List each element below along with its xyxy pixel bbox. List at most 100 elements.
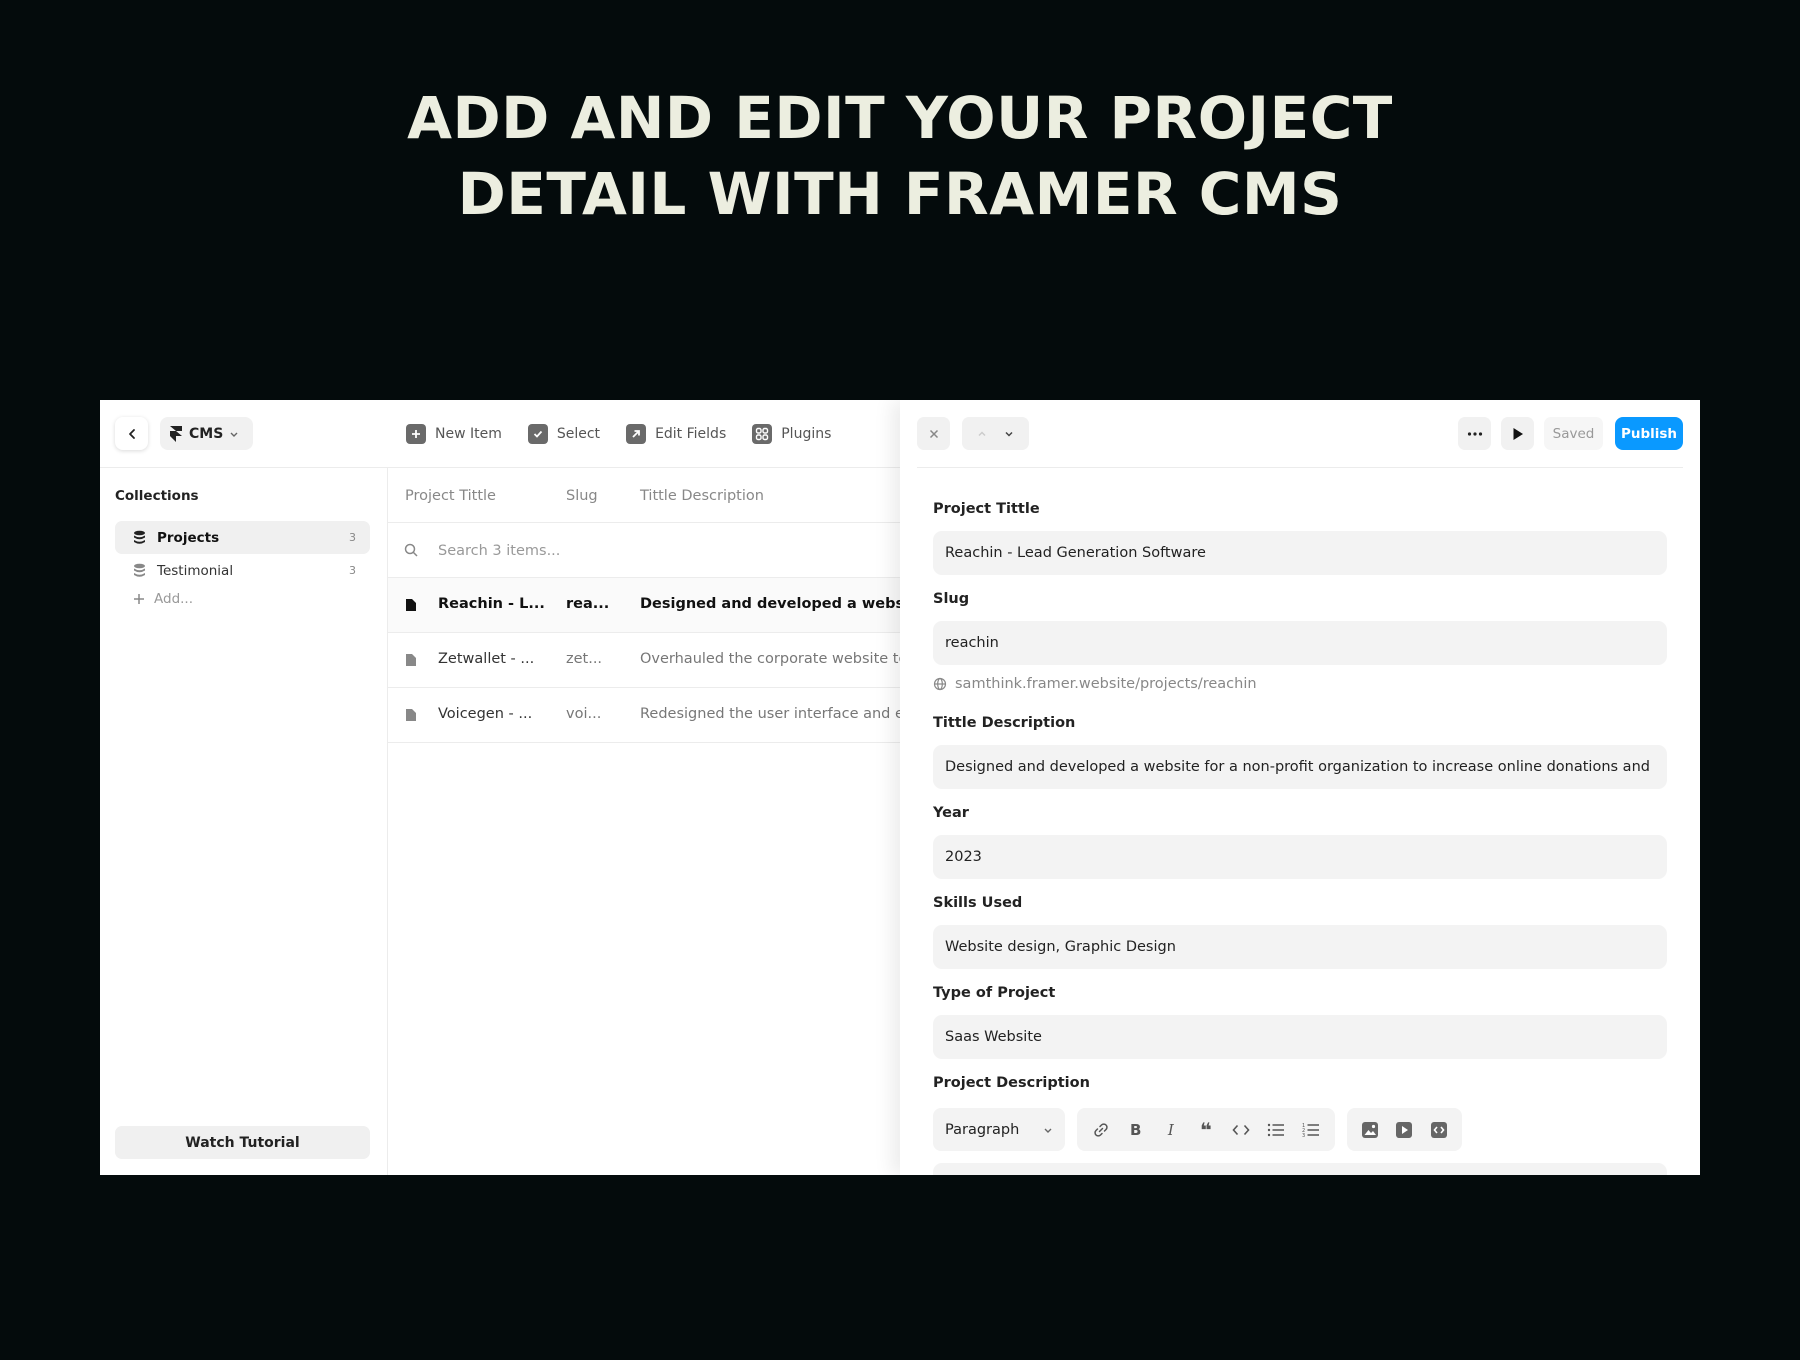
saved-status: Saved (1544, 417, 1603, 450)
search-icon (404, 543, 418, 557)
sidebar-item-count: 3 (349, 564, 356, 577)
select-label: Select (556, 426, 601, 442)
numbered-list-icon[interactable]: 123 (1301, 1120, 1321, 1140)
column-header-description[interactable]: Tittle Description (640, 488, 764, 504)
document-icon (406, 654, 416, 666)
year-input[interactable] (933, 835, 1667, 879)
table-row[interactable]: Zetwallet - ... zet... Overhauled the co… (388, 633, 900, 688)
link-icon[interactable] (1091, 1120, 1111, 1140)
table-row[interactable]: Voicegen - ... voi... Redesigned the use… (388, 688, 900, 743)
row-description: Designed and developed a website for (640, 596, 900, 612)
plugins-button[interactable]: Plugins (752, 422, 831, 446)
video-icon[interactable] (1394, 1120, 1414, 1140)
code-icon[interactable] (1231, 1120, 1251, 1140)
quote-icon[interactable]: ❝ (1196, 1118, 1216, 1142)
back-button[interactable] (115, 417, 148, 450)
field-label-title: Project Tittle (933, 501, 1040, 517)
field-label-description: Tittle Description (933, 715, 1076, 731)
chevron-down-icon[interactable] (1003, 428, 1015, 440)
slug-url[interactable]: samthink.framer.website/projects/reachin (933, 676, 1257, 692)
row-slug: voi... (566, 706, 602, 722)
italic-icon[interactable]: I (1161, 1120, 1181, 1140)
column-header-title[interactable]: Project Tittle (405, 488, 496, 504)
field-label-year: Year (933, 805, 969, 821)
detail-topbar: Saved Publish (917, 400, 1683, 468)
plugins-icon (752, 424, 773, 444)
field-label-project-description: Project Description (933, 1075, 1090, 1091)
project-title-input[interactable] (933, 531, 1667, 575)
sidebar-item-testimonial[interactable]: Testimonial 3 (115, 554, 370, 587)
globe-icon (933, 677, 947, 691)
cms-toolbar: New Item Select Edit Fields Plugins (406, 422, 831, 446)
cms-dropdown[interactable]: CMS (160, 417, 253, 450)
hero-heading: ADD AND EDIT YOUR PROJECT DETAIL WITH FR… (0, 80, 1800, 232)
new-item-button[interactable]: New Item (406, 422, 502, 446)
plus-icon (406, 424, 426, 444)
table-row[interactable]: Reachin - L... rea... Designed and devel… (388, 578, 900, 633)
slug-input[interactable] (933, 621, 1667, 665)
ellipsis-icon (1467, 431, 1482, 436)
play-icon (1513, 427, 1523, 440)
plus-icon (134, 594, 144, 604)
field-label-type: Type of Project (933, 985, 1056, 1001)
items-table: Project Tittle Slug Tittle Description R… (388, 468, 900, 1175)
title-description-input[interactable] (933, 745, 1667, 789)
hero-line-1: ADD AND EDIT YOUR PROJECT (407, 84, 1393, 152)
row-description: Overhauled the corporate website to i (640, 651, 900, 667)
paragraph-select-value: Paragraph (945, 1121, 1020, 1138)
svg-text:3: 3 (1302, 1133, 1305, 1138)
collections-sidebar: Collections Projects 3 Testimonial 3 Add… (100, 468, 388, 1175)
row-slug: rea... (566, 596, 610, 612)
sidebar-item-projects[interactable]: Projects 3 (115, 521, 370, 554)
document-icon (406, 709, 416, 721)
document-icon (406, 599, 416, 611)
select-button[interactable]: Select (527, 422, 601, 446)
more-options-button[interactable] (1458, 417, 1491, 450)
paragraph-style-select[interactable]: Paragraph (933, 1108, 1065, 1151)
chevron-down-icon (230, 432, 238, 437)
preview-button[interactable] (1501, 417, 1534, 450)
slug-url-text: samthink.framer.website/projects/reachin (955, 676, 1257, 692)
cms-label: CMS (189, 425, 224, 442)
chevron-down-icon (1044, 1128, 1052, 1133)
framer-logo-icon (170, 425, 182, 442)
add-label: Add... (154, 591, 194, 607)
arrow-up-right-icon (626, 424, 647, 444)
sidebar-item-label: Projects (157, 529, 220, 546)
chevron-left-icon (128, 428, 135, 439)
project-description-editor[interactable] (933, 1163, 1667, 1175)
database-icon (134, 530, 145, 544)
search-row (388, 523, 900, 578)
search-input[interactable] (438, 538, 858, 564)
image-icon[interactable] (1360, 1120, 1380, 1140)
skills-input[interactable] (933, 925, 1667, 969)
cms-topbar: CMS New Item Select Edit Fields Plugins (100, 400, 900, 468)
sidebar-item-count: 3 (349, 531, 356, 544)
row-slug: zet... (566, 651, 603, 667)
item-detail-panel: Saved Publish Project Tittle Slug samthi… (900, 400, 1700, 1175)
row-title: Voicegen - ... (438, 706, 533, 722)
edit-fields-button[interactable]: Edit Fields (626, 422, 726, 446)
plugins-label: Plugins (781, 426, 832, 442)
checkbox-icon (527, 424, 548, 444)
text-format-toolbar: B I ❝ 123 (1077, 1108, 1335, 1151)
column-header-slug[interactable]: Slug (566, 488, 598, 504)
add-collection-button[interactable]: Add... (133, 591, 193, 607)
edit-fields-label: Edit Fields (655, 426, 727, 442)
table-header: Project Tittle Slug Tittle Description (388, 468, 900, 523)
row-title: Reachin - L... (438, 596, 545, 612)
row-title: Zetwallet - ... (438, 651, 535, 667)
field-label-skills: Skills Used (933, 895, 1023, 911)
publish-button[interactable]: Publish (1615, 417, 1683, 450)
hero-line-2: DETAIL WITH FRAMER CMS (457, 160, 1343, 228)
project-type-input[interactable] (933, 1015, 1667, 1059)
embed-icon[interactable] (1429, 1120, 1449, 1140)
bold-icon[interactable]: B (1126, 1120, 1146, 1140)
new-item-label: New Item (435, 426, 502, 442)
chevron-up-icon[interactable] (976, 428, 988, 440)
bullet-list-icon[interactable] (1266, 1120, 1286, 1140)
sidebar-item-label: Testimonial (157, 562, 234, 579)
close-button[interactable] (917, 417, 950, 450)
row-description: Redesigned the user interface and enh (640, 706, 900, 722)
watch-tutorial-button[interactable]: Watch Tutorial (115, 1126, 370, 1159)
